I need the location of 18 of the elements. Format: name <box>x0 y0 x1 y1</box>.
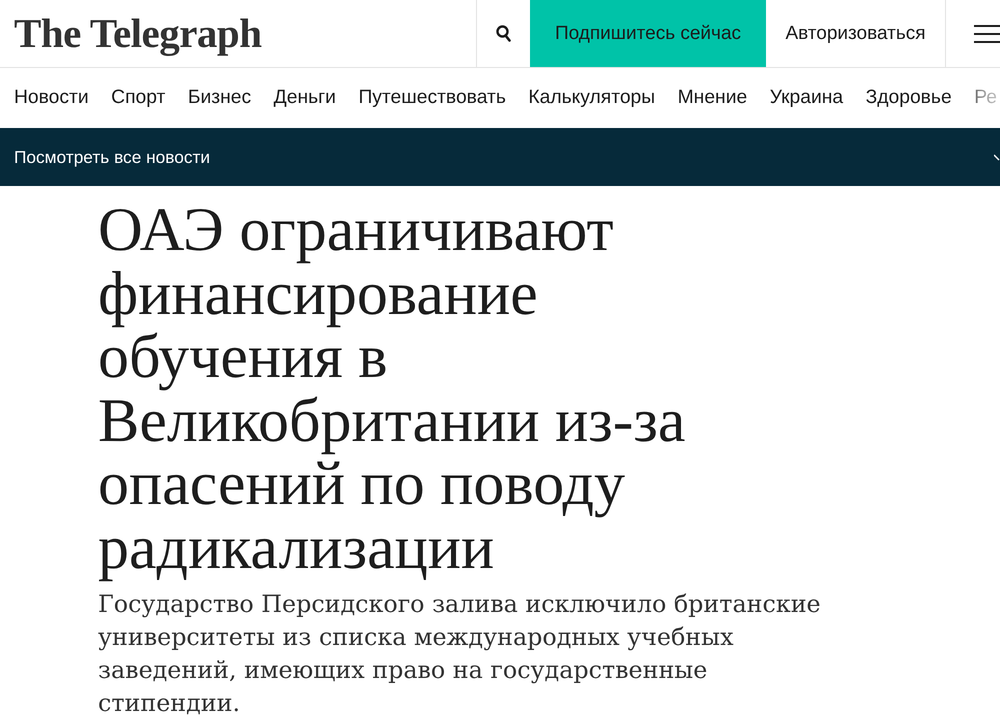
nav-link[interactable]: Калькуляторы <box>528 87 656 109</box>
subscribe-button[interactable]: Подпишитесь сейчас <box>530 0 766 67</box>
all-news-link[interactable]: Посмотреть все новости <box>14 146 210 168</box>
article-standfirst: Государство Персидского залива исключило британские университеты из списка международных учебных заведений, имеющих право на государственные стипендии. <box>98 589 822 718</box>
nav-link[interactable]: Новости <box>14 87 89 109</box>
nav-link[interactable]: Мнение <box>678 87 748 109</box>
nav-link[interactable]: Путешествовать <box>358 87 506 109</box>
menu-icon <box>974 24 1000 44</box>
nav-link[interactable]: Украина <box>770 87 844 109</box>
nav-link[interactable]: Здоровье <box>866 87 952 109</box>
article-headline: ОАЭ ограничивают финансирование обучения в Великобритании из-за опасений по поводу радикализации <box>98 199 686 580</box>
menu-button[interactable] <box>945 0 1000 67</box>
chevron-icon <box>994 153 1000 161</box>
site-logo[interactable]: The Telegraph <box>14 13 262 54</box>
nav-link[interactable]: Деньги <box>274 87 336 109</box>
nav-link[interactable]: Спорт <box>111 87 166 109</box>
nav-link[interactable]: Бизнес <box>188 87 252 109</box>
search-icon <box>496 25 511 42</box>
